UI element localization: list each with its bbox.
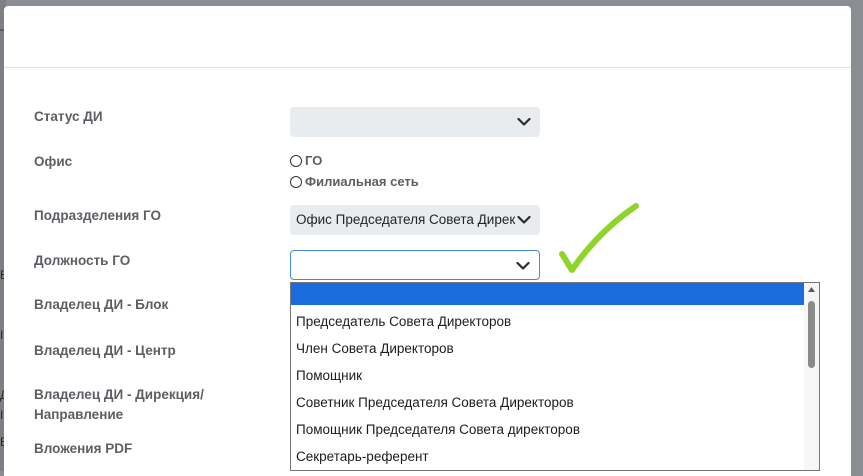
dropdown-option[interactable]: Председатель Совета Директоров xyxy=(296,313,511,331)
dropdown-scrollbar[interactable] xyxy=(804,283,819,470)
dropdown-option[interactable]: Советник Председателя Совета Директоров xyxy=(296,394,574,412)
dropdown-option[interactable]: Помощник Председателя Совета директоров xyxy=(296,421,580,439)
owner-block-label: Владелец ДИ - Блок xyxy=(34,297,169,312)
scroll-up-arrow-icon[interactable] xyxy=(807,286,816,293)
owner-direction-label: Направление xyxy=(34,407,124,422)
position-dropdown-list: Председатель Совета Директоров Член Сове… xyxy=(290,282,820,471)
owner-directorate-label: Владелец ДИ - Дирекция/ xyxy=(34,387,204,402)
checkmark-icon xyxy=(559,203,639,273)
modal-header xyxy=(4,6,851,68)
status-select[interactable] xyxy=(290,107,540,137)
position-select[interactable] xyxy=(290,250,540,280)
dropdown-option[interactable]: Член Совета Директоров xyxy=(296,340,454,358)
position-label: Должность ГО xyxy=(34,253,131,268)
division-select-value: Офис Председателя Совета Дирек xyxy=(296,212,516,227)
status-label: Статус ДИ xyxy=(34,109,103,124)
division-label: Подразделения ГО xyxy=(34,208,162,223)
owner-center-label: Владелец ДИ - Центр xyxy=(34,343,176,358)
scrollbar-thumb[interactable] xyxy=(808,301,815,368)
office-label: Офис xyxy=(34,154,73,169)
chevron-down-icon xyxy=(517,215,531,224)
office-radio-go-label: ГО xyxy=(305,153,323,168)
radio-circle-icon[interactable] xyxy=(290,154,302,167)
office-radio-branch[interactable]: Филиальная сеть xyxy=(290,173,419,191)
division-select[interactable]: Офис Председателя Совета Дирек xyxy=(290,205,540,235)
chevron-down-icon xyxy=(517,117,531,126)
office-radio-go[interactable]: ГО xyxy=(290,152,322,170)
chevron-down-icon xyxy=(516,261,530,270)
radio-circle-icon[interactable] xyxy=(290,175,302,188)
pdf-attachments-label: Вложения PDF xyxy=(34,441,133,456)
dropdown-option-empty-selected[interactable] xyxy=(291,283,804,305)
dropdown-option[interactable]: Помощник xyxy=(296,367,362,385)
dropdown-option[interactable]: Секретарь-референт xyxy=(296,448,429,466)
office-radio-branch-label: Филиальная сеть xyxy=(305,174,419,189)
